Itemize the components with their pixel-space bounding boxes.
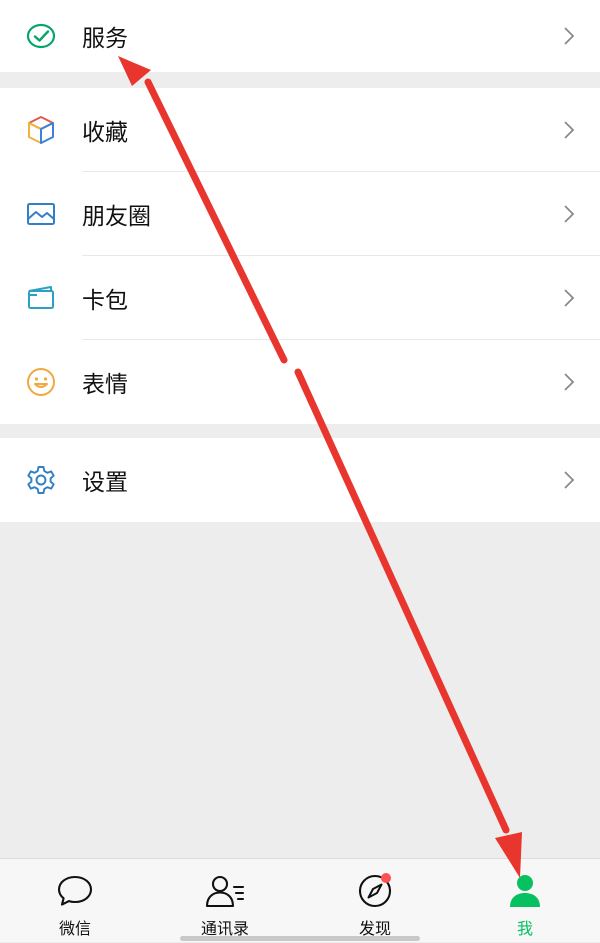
menu-item-label: 收藏 bbox=[82, 120, 128, 146]
menu-item-label: 表情 bbox=[82, 372, 128, 398]
menu-item-label: 服务 bbox=[82, 26, 128, 52]
bottom-tab-bar: 微信 通讯录 发现 我 bbox=[0, 858, 600, 942]
menu-item-cards[interactable]: 卡包 bbox=[0, 256, 600, 340]
service-group: 服务 bbox=[0, 0, 600, 72]
menu-item-stickers[interactable]: 表情 bbox=[0, 340, 600, 424]
person-icon bbox=[505, 871, 545, 911]
menu-item-label: 卡包 bbox=[82, 288, 128, 314]
smiley-face-icon bbox=[24, 365, 58, 399]
chevron-right-icon bbox=[562, 371, 576, 393]
service-check-icon bbox=[24, 19, 58, 53]
tab-chats[interactable]: 微信 bbox=[0, 859, 150, 943]
card-wallet-icon bbox=[24, 281, 58, 315]
menu-item-label: 设置 bbox=[82, 470, 128, 496]
chevron-right-icon bbox=[562, 119, 576, 141]
chevron-right-icon bbox=[562, 469, 576, 491]
tab-discover[interactable]: 发现 bbox=[300, 859, 450, 943]
menu-item-settings[interactable]: 设置 bbox=[0, 438, 600, 522]
tab-contacts[interactable]: 通讯录 bbox=[150, 859, 300, 943]
favorites-cube-icon bbox=[24, 113, 58, 147]
chevron-right-icon bbox=[562, 25, 576, 47]
moments-picture-icon bbox=[24, 197, 58, 231]
menu-item-moments[interactable]: 朋友圈 bbox=[0, 172, 600, 256]
gear-icon bbox=[24, 463, 58, 497]
tab-me[interactable]: 我 bbox=[450, 859, 600, 943]
tab-label: 我 bbox=[516, 919, 533, 938]
compass-icon bbox=[355, 871, 395, 911]
features-group: 收藏 朋友圈 卡包 表情 bbox=[0, 88, 600, 424]
tab-label: 微信 bbox=[58, 919, 91, 938]
menu-item-service[interactable]: 服务 bbox=[0, 0, 600, 72]
contacts-icon bbox=[205, 871, 245, 911]
menu-item-favorites[interactable]: 收藏 bbox=[0, 88, 600, 172]
menu-item-label: 朋友圈 bbox=[82, 204, 151, 230]
settings-group: 设置 bbox=[0, 438, 600, 522]
chevron-right-icon bbox=[562, 287, 576, 309]
chat-bubble-icon bbox=[55, 871, 95, 911]
home-indicator bbox=[180, 936, 420, 941]
chevron-right-icon bbox=[562, 203, 576, 225]
notification-badge bbox=[381, 873, 391, 883]
